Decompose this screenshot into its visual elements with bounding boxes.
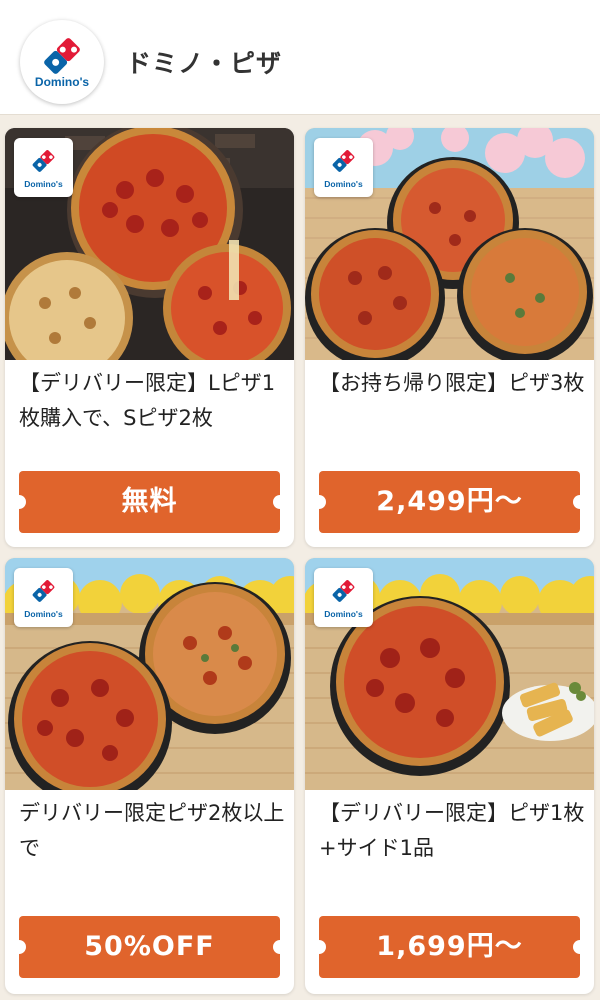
svg-text:Domino's: Domino's [324, 179, 363, 189]
offer-price: 2,499円〜 [376, 486, 523, 517]
app-header: Domino's ドミノ・ピザ [0, 0, 600, 115]
offer-title: デリバリー限定ピザ2枚以上で [19, 801, 285, 860]
dominos-logo-icon[interactable]: Domino's [20, 20, 104, 104]
offer-card[interactable]: Domino's デリバリー限定ピザ2枚以上で 50%OFF [5, 558, 294, 994]
offer-price: 50%OFF [84, 931, 215, 962]
offer-price-button[interactable]: 無料 [12, 471, 287, 533]
ticket-notch [12, 940, 26, 954]
ticket-notch [573, 940, 587, 954]
offer-image: Domino's [305, 558, 594, 790]
ticket-notch [273, 940, 287, 954]
dominos-badge-icon: Domino's [314, 138, 373, 197]
logo-text: Domino's [35, 75, 90, 89]
svg-text:Domino's: Domino's [24, 609, 63, 619]
offer-price: 無料 [121, 486, 178, 517]
brand-name: ドミノ・ピザ [126, 49, 283, 78]
offer-image: Domino's [5, 558, 294, 790]
offer-price-button[interactable]: 2,499円〜 [312, 471, 587, 533]
offer-image: Domino's [305, 128, 594, 360]
offer-price-button[interactable]: 1,699円〜 [312, 916, 587, 978]
ticket-notch [12, 495, 26, 509]
dominos-badge-icon: Domino's [314, 568, 373, 627]
offer-title: 【お持ち帰り限定】ピザ3枚 [319, 371, 585, 395]
offer-image: Domino's [5, 128, 294, 360]
dominos-badge-icon: Domino's [14, 138, 73, 197]
ticket-notch [273, 495, 287, 509]
offer-card[interactable]: Domino's 【デリバリー限定】Lピザ1枚購入で、Sピザ2枚 無料 [5, 128, 294, 547]
svg-text:Domino's: Domino's [324, 609, 363, 619]
offer-title: 【デリバリー限定】ピザ1枚+サイド1品 [319, 801, 585, 860]
offer-price-button[interactable]: 50%OFF [12, 916, 287, 978]
dominos-badge-icon: Domino's [14, 568, 73, 627]
offer-title: 【デリバリー限定】Lピザ1枚購入で、Sピザ2枚 [19, 371, 276, 430]
ticket-notch [573, 495, 587, 509]
svg-text:Domino's: Domino's [24, 179, 63, 189]
offer-card[interactable]: Domino's 【お持ち帰り限定】ピザ3枚 2,499円〜 [305, 128, 594, 547]
ticket-notch [312, 495, 326, 509]
offer-card[interactable]: Domino's 【デリバリー限定】ピザ1枚+サイド1品 1,699円〜 [305, 558, 594, 994]
offer-price: 1,699円〜 [376, 931, 523, 962]
ticket-notch [312, 940, 326, 954]
